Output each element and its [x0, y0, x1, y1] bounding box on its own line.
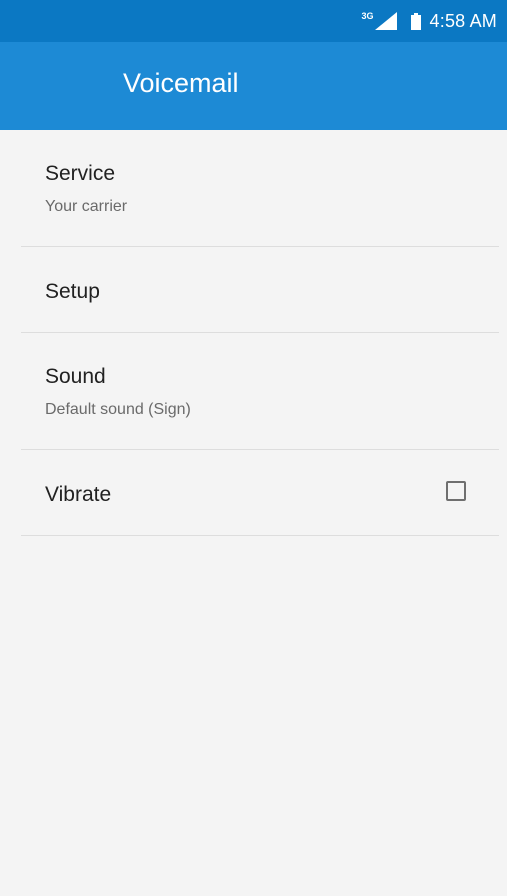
- setting-service-title: Service: [45, 162, 116, 185]
- setting-sound-title: Sound: [45, 365, 106, 388]
- setting-sound-summary: Default sound (Sign): [45, 401, 191, 418]
- setting-setup-title: Setup: [45, 280, 100, 303]
- network-type-label: 3G: [361, 11, 374, 21]
- page-title: Voicemail: [123, 67, 239, 98]
- status-time: 4:58 AM: [429, 10, 497, 31]
- setting-service-summary: Your carrier: [45, 198, 128, 215]
- app-bar: Voicemail: [0, 42, 507, 130]
- setting-vibrate[interactable]: Vibrate: [21, 450, 499, 536]
- setting-vibrate-title: Vibrate: [45, 483, 112, 506]
- battery-icon: [410, 12, 421, 30]
- signal-strength-icon: [374, 12, 397, 30]
- setting-setup[interactable]: Setup: [21, 247, 499, 333]
- voicemail-settings-list: Service Your carrier Setup Sound Default…: [0, 130, 507, 536]
- status-bar: 3G 4:58 AM: [0, 0, 507, 42]
- vibrate-checkbox[interactable]: [446, 481, 466, 501]
- setting-service[interactable]: Service Your carrier: [21, 130, 499, 247]
- setting-sound[interactable]: Sound Default sound (Sign): [21, 333, 499, 450]
